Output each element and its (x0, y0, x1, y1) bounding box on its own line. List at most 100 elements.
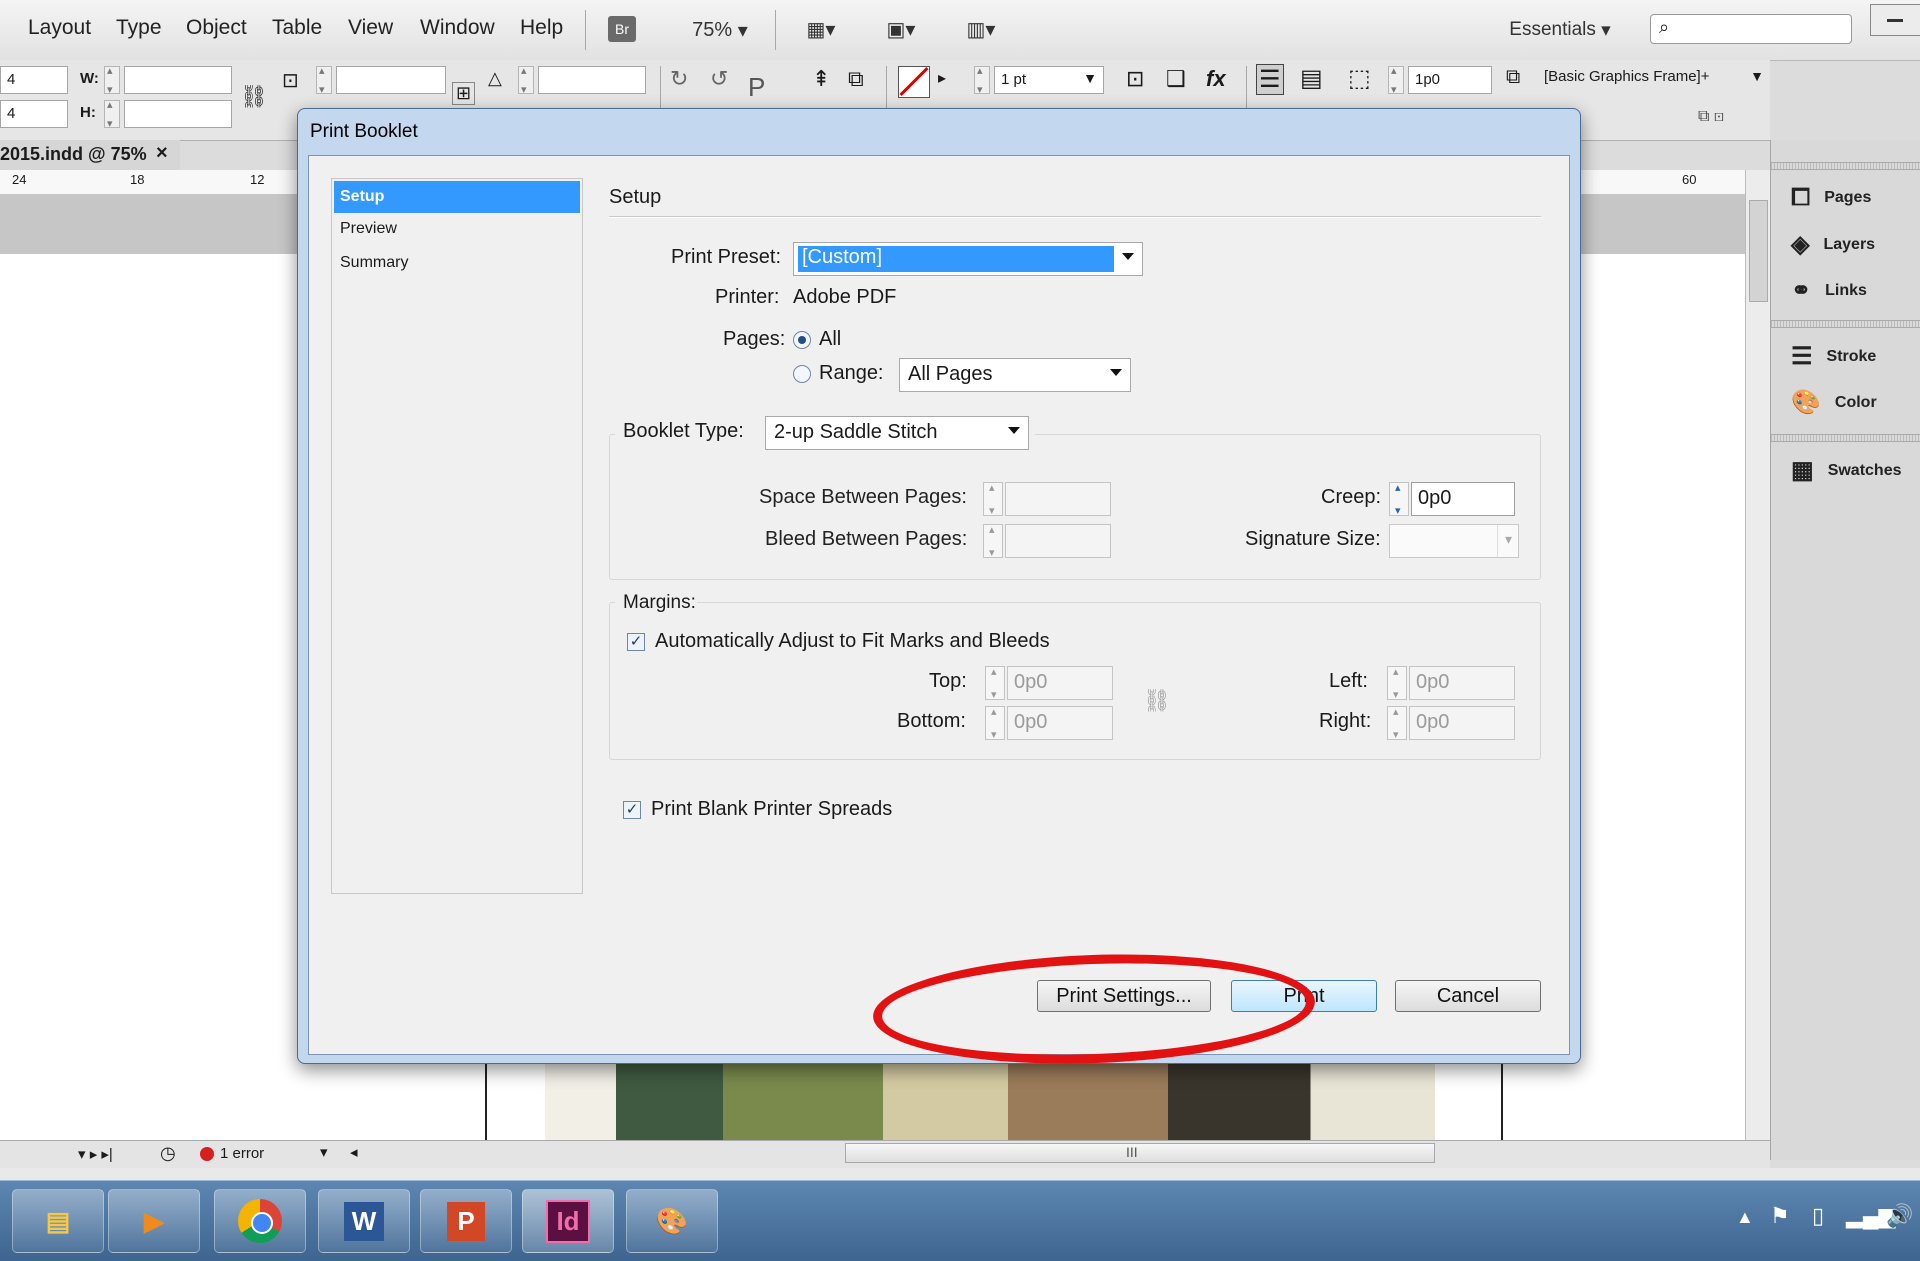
zoom-dropdown[interactable]: 75% ▾ (680, 16, 760, 44)
space-between-stepper (983, 481, 1003, 517)
panel-pages[interactable]: ⧠ Pages (1791, 184, 1871, 212)
panel-links[interactable]: ⚭ Links (1791, 276, 1867, 305)
blank-spreads-checkbox[interactable]: ✓ (623, 801, 641, 819)
panel-swatches-label: Swatches (1827, 461, 1902, 479)
vertical-scrollbar[interactable] (1745, 170, 1771, 1140)
constrain-proportions-icon[interactable]: ⛓ (240, 84, 268, 110)
creep-stepper[interactable] (1389, 481, 1409, 517)
clear-overrides-icon[interactable]: ⧉ ⊡ (1698, 108, 1724, 126)
bottom-stepper (985, 705, 1005, 741)
cancel-button[interactable]: Cancel (1395, 980, 1541, 1012)
chrome-center (251, 1212, 273, 1234)
panel-color[interactable]: 🎨 Color (1791, 388, 1877, 417)
horizontal-scrollbar[interactable]: III (845, 1143, 1435, 1163)
minimize-button[interactable] (1870, 4, 1920, 36)
rotate-field[interactable] (538, 66, 646, 94)
dialog-body: Setup Preview Summary Setup Print Preset… (308, 155, 1570, 1055)
workspace-switcher[interactable]: Essentials ▾ (1500, 16, 1620, 44)
select-container-icon[interactable]: ⇞ (812, 66, 830, 92)
right-field: 0p0 (1409, 706, 1515, 740)
booklet-type-dropdown[interactable]: 2-up Saddle Stitch (765, 416, 1029, 450)
action-center-flag-icon[interactable]: ⚑ (1770, 1203, 1790, 1229)
chrome-icon[interactable] (214, 1189, 306, 1253)
indesign-icon[interactable]: Id (522, 1189, 614, 1253)
offset-field[interactable]: 1p0 (1408, 66, 1492, 94)
page-nav-icon[interactable]: ▾ ▸ ▸| (78, 1145, 113, 1163)
word-icon[interactable]: W (318, 1189, 410, 1253)
rotate-cw-icon[interactable]: ↻ (670, 66, 688, 92)
preflight-profile-icon[interactable]: ◷ (160, 1143, 176, 1164)
menu-layout[interactable]: Layout (28, 16, 91, 40)
width-field[interactable] (124, 66, 232, 94)
menu-help[interactable]: Help (520, 16, 563, 40)
menu-bar: Layout Type Object Table View Window Hel… (0, 0, 1920, 61)
align-left-icon[interactable]: ☰ (1256, 64, 1284, 95)
media-player-icon[interactable]: ▶ (108, 1189, 200, 1253)
vertical-scroll-thumb[interactable] (1749, 200, 1768, 302)
nav-summary[interactable]: Summary (334, 247, 580, 279)
search-input[interactable]: ⌕ (1650, 14, 1852, 44)
show-hidden-icons[interactable]: ▲ (1736, 1207, 1754, 1228)
panel-swatches[interactable]: ▦ Swatches (1791, 456, 1902, 485)
print-preset-dropdown[interactable]: [Custom] (793, 242, 1143, 276)
panel-layers[interactable]: ◈ Layers (1791, 230, 1875, 259)
panel-layers-label: Layers (1823, 235, 1876, 253)
rotate-ccw-icon[interactable]: ↺ (710, 66, 728, 92)
scale-x-field[interactable] (336, 66, 446, 94)
placed-image[interactable] (545, 1060, 1435, 1144)
panel-grip[interactable] (1771, 320, 1920, 328)
menu-table[interactable]: Table (272, 16, 322, 40)
menu-view[interactable]: View (348, 16, 393, 40)
y-field[interactable]: 4 (0, 100, 68, 128)
stroke-weight-field[interactable]: 1 pt ▼ (994, 66, 1104, 94)
panel-grip[interactable] (1771, 434, 1920, 442)
effects-icon[interactable]: fx (1206, 66, 1226, 92)
scroll-left-icon[interactable]: ◂ (350, 1143, 358, 1161)
fill-none-icon[interactable] (898, 66, 930, 98)
close-tab-icon[interactable]: × (156, 142, 168, 165)
x-field[interactable]: 4 (0, 66, 68, 94)
panel-stroke[interactable]: ☰ Stroke (1791, 342, 1876, 371)
object-style-dropdown[interactable]: [Basic Graphics Frame]+ ▼ (1538, 64, 1768, 92)
screen-mode-icon[interactable]: ▣▾ (878, 14, 924, 44)
rotate-stepper[interactable] (518, 64, 534, 96)
menu-object[interactable]: Object (186, 16, 247, 40)
pages-range-radio[interactable] (793, 365, 811, 383)
creep-field[interactable]: 0p0 (1411, 482, 1515, 516)
file-explorer-icon[interactable]: ▤ (12, 1189, 104, 1253)
document-tab[interactable]: 2015.indd @ 75% × (0, 140, 180, 170)
width-stepper[interactable] (104, 64, 120, 96)
arrange-documents-icon[interactable]: ▥▾ (958, 14, 1004, 44)
minimize-icon (1887, 19, 1903, 22)
select-content-icon[interactable]: ⧉ (848, 66, 864, 92)
battery-icon[interactable]: ▯ (1812, 1203, 1824, 1229)
view-options-icon[interactable]: ▦▾ (798, 14, 844, 44)
auto-adjust-checkbox[interactable]: ✓ (627, 633, 645, 651)
drop-shadow-icon[interactable]: ❑ (1166, 66, 1186, 92)
wrap-icon[interactable]: ⊡ (1126, 66, 1144, 92)
powerpoint-icon[interactable]: P (420, 1189, 512, 1253)
flip-icon[interactable]: P (748, 72, 765, 103)
object-style-icon: ⧉ (1506, 66, 1521, 88)
stroke-weight-stepper[interactable] (974, 64, 990, 96)
paint-icon[interactable]: 🎨 (626, 1189, 718, 1253)
menu-window[interactable]: Window (420, 16, 495, 40)
preflight-error-text[interactable]: 1 error (220, 1145, 264, 1162)
nav-preview[interactable]: Preview (334, 213, 580, 245)
panel-grip[interactable] (1771, 162, 1920, 170)
pages-all-radio[interactable] (793, 331, 811, 349)
scale-x-stepper[interactable] (316, 64, 332, 96)
offset-stepper[interactable] (1388, 64, 1404, 96)
text-frame-options-icon[interactable]: ▤ (1300, 64, 1323, 93)
fitting-icon[interactable]: ⬚ (1348, 64, 1371, 93)
volume-icon[interactable]: 🔊 (1886, 1203, 1913, 1229)
bridge-button[interactable]: Br (608, 16, 636, 42)
height-stepper[interactable] (104, 98, 120, 130)
menu-type[interactable]: Type (116, 16, 162, 40)
height-field[interactable] (124, 100, 232, 128)
fill-arrow-icon[interactable]: ▸ (938, 68, 946, 88)
range-dropdown[interactable]: All Pages (899, 358, 1131, 392)
constrain-scale-icon[interactable]: ⊞ (452, 82, 476, 105)
chevron-down-icon[interactable]: ▾ (320, 1143, 328, 1161)
nav-setup[interactable]: Setup (334, 181, 580, 213)
